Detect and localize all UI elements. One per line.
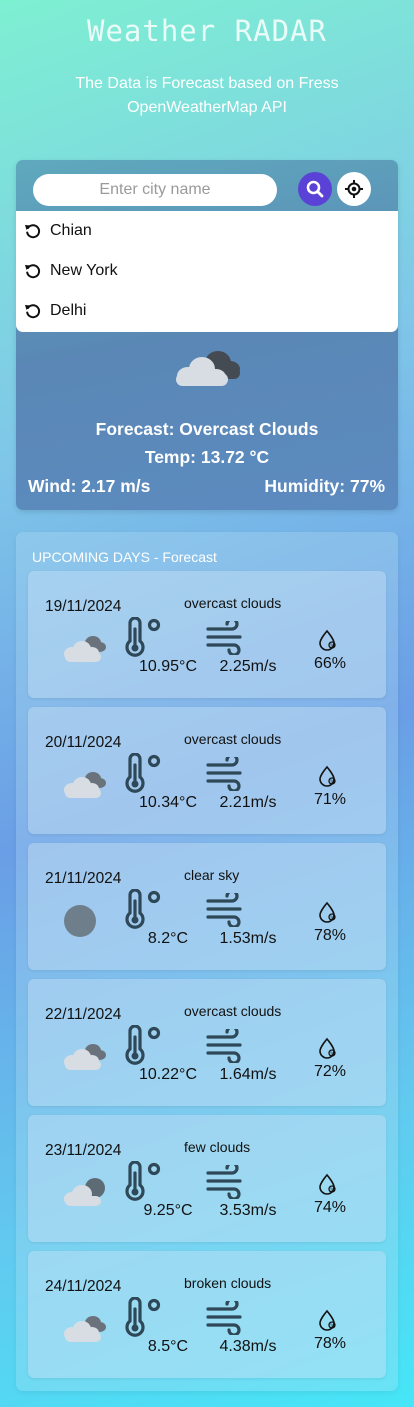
forecast-humidity: 66% <box>313 655 347 672</box>
forecast-humidity: 78% <box>313 927 347 944</box>
svg-text:%: % <box>330 915 334 920</box>
forecast-temp: 10.95°C <box>139 658 197 675</box>
forecast-humidity: 74% <box>313 1199 347 1216</box>
forecast-humidity: 71% <box>313 791 347 808</box>
wind-icon <box>206 617 246 660</box>
suggestion-label: Chian <box>50 222 92 239</box>
overcast-cloud-icon <box>62 1039 108 1078</box>
forecast-description: clear sky <box>184 867 240 883</box>
svg-text:%: % <box>330 1051 334 1056</box>
svg-text:%: % <box>330 1323 334 1328</box>
forecast-day-card: 21/11/2024 clear sky% 8.2°C 1.53m/s 78% <box>28 843 386 970</box>
suggestion-item[interactable]: Delhi <box>16 291 398 331</box>
history-icon <box>25 264 41 279</box>
svg-text:%: % <box>330 643 334 648</box>
humidity-drop-icon: % <box>318 901 338 928</box>
wind-icon <box>206 889 246 932</box>
suggestion-label: New York <box>50 262 118 279</box>
forecast-date: 22/11/2024 <box>45 1006 122 1023</box>
forecast-date: 24/11/2024 <box>45 1278 122 1295</box>
forecast-wind-speed: 2.25m/s <box>219 658 277 675</box>
history-icon <box>25 224 41 239</box>
suggestion-item[interactable]: Chian <box>16 211 398 251</box>
current-location-button[interactable] <box>337 172 371 206</box>
wind-icon <box>206 1297 246 1340</box>
thermometer-icon <box>124 888 164 936</box>
app-subtitle: The Data is Forecast based on Fress Open… <box>75 75 339 116</box>
forecast-description: overcast clouds <box>184 731 282 747</box>
humidity-drop-icon: % <box>318 1037 338 1064</box>
forecast-date: 20/11/2024 <box>45 734 122 751</box>
svg-text:%: % <box>330 1187 334 1192</box>
forecast-description: overcast clouds <box>184 595 282 611</box>
forecast-date: 21/11/2024 <box>45 870 122 887</box>
humidity-drop-icon: % <box>318 629 338 656</box>
broken-clouds-icon <box>62 1311 108 1350</box>
forecast-humidity: 72% <box>313 1063 347 1080</box>
forecast-description: few clouds <box>184 1139 251 1155</box>
current-humidity-text: Humidity: 77% <box>264 476 385 496</box>
suggestion-label: Delhi <box>50 302 87 319</box>
wind-icon <box>206 1161 246 1204</box>
forecast-wind-speed: 3.53m/s <box>219 1202 277 1219</box>
forecast-temp: 10.34°C <box>139 794 197 811</box>
wind-icon <box>206 1025 246 1068</box>
forecast-date: 19/11/2024 <box>45 598 122 615</box>
forecast-day-card: 22/11/2024 overcast clouds% 10.22°C 1.64m/s… <box>28 979 386 1106</box>
forecast-description: overcast clouds <box>184 1003 282 1019</box>
crosshair-icon <box>345 180 363 198</box>
forecast-day-card: 19/11/2024 overcast clouds% 10.95°C 2.25m/s… <box>28 571 386 698</box>
forecast-wind-speed: 1.64m/s <box>219 1066 277 1083</box>
forecast-temp: 8.2°C <box>147 930 189 947</box>
search-icon <box>306 180 324 198</box>
few-clouds-icon <box>62 1175 108 1214</box>
forecast-wind-speed: 4.38m/s <box>219 1338 277 1355</box>
thermometer-icon <box>124 1296 164 1344</box>
city-search-input[interactable] <box>33 174 277 206</box>
search-suggestions: Chian New York Delhi <box>16 211 398 332</box>
forecast-temp: 10.22°C <box>139 1066 197 1083</box>
sun-icon <box>62 903 102 948</box>
forecast-humidity: 78% <box>313 1335 347 1352</box>
svg-text:%: % <box>330 779 334 784</box>
app-title: Weather RADAR <box>87 14 327 48</box>
thermometer-icon <box>124 752 164 800</box>
current-wind-text: Wind: 2.17 m/s <box>28 476 151 496</box>
thermometer-icon <box>124 1024 164 1072</box>
humidity-drop-icon: % <box>318 1309 338 1336</box>
thermometer-icon <box>124 616 164 664</box>
forecast-day-card: 24/11/2024 broken clouds% 8.5°C 4.38m/s 78% <box>28 1251 386 1378</box>
overcast-cloud-icon <box>172 343 242 396</box>
forecast-heading: UPCOMING DAYS - Forecast <box>32 549 217 565</box>
forecast-wind-speed: 1.53m/s <box>219 930 277 947</box>
history-icon <box>25 304 41 319</box>
current-temp-text: Temp: 13.72 °C <box>144 447 270 467</box>
forecast-wind-speed: 2.21m/s <box>219 794 277 811</box>
humidity-drop-icon: % <box>318 1173 338 1200</box>
forecast-temp: 8.5°C <box>147 1338 189 1355</box>
search-button[interactable] <box>298 172 332 206</box>
forecast-date: 23/11/2024 <box>45 1142 122 1159</box>
wind-icon <box>206 753 246 796</box>
overcast-cloud-icon <box>62 631 108 670</box>
suggestion-item[interactable]: New York <box>16 251 398 291</box>
forecast-temp: 9.25°C <box>143 1202 193 1219</box>
humidity-drop-icon: % <box>318 765 338 792</box>
overcast-cloud-icon <box>62 767 108 806</box>
forecast-day-card: 23/11/2024 few clouds% 9.25°C 3.53m/s 74% <box>28 1115 386 1242</box>
forecast-day-card: 20/11/2024 overcast clouds% 10.34°C 2.21m/s… <box>28 707 386 834</box>
forecast-description: broken clouds <box>184 1275 272 1291</box>
thermometer-icon <box>124 1160 164 1208</box>
current-forecast-text: Forecast: Overcast Clouds <box>95 419 319 439</box>
